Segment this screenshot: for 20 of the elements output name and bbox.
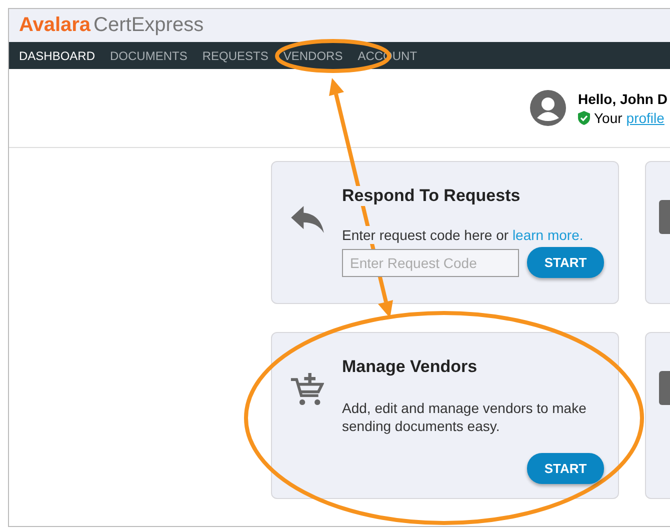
logo[interactable]: AvalaraCertExpress [19, 14, 204, 37]
nav-tab[interactable]: REQUESTS [202, 48, 268, 62]
brand-name: Avalara [19, 14, 91, 37]
shield-check-icon [578, 110, 590, 124]
start-button[interactable]: START [527, 247, 604, 278]
profile-link[interactable]: profile [626, 110, 664, 126]
product-name: CertExpress [94, 14, 204, 37]
profile-prefix: Your [594, 110, 622, 126]
nav-tab[interactable]: DOCUMENTS [110, 48, 188, 62]
card-title: Manage Vendors [342, 357, 478, 377]
avatar-icon[interactable] [530, 90, 566, 126]
request-code-field[interactable]: Enter Request Code [342, 248, 519, 276]
greeting-text: Hello, John D [578, 90, 668, 106]
square-icon [659, 200, 670, 234]
start-button[interactable]: START [527, 453, 604, 484]
card-title: Respond To Requests [342, 186, 520, 206]
reply-arrow-icon [290, 206, 324, 233]
cart-plus-icon [290, 371, 324, 407]
nav-tab[interactable]: DASHBOARD [19, 48, 96, 62]
square-icon [659, 371, 670, 405]
